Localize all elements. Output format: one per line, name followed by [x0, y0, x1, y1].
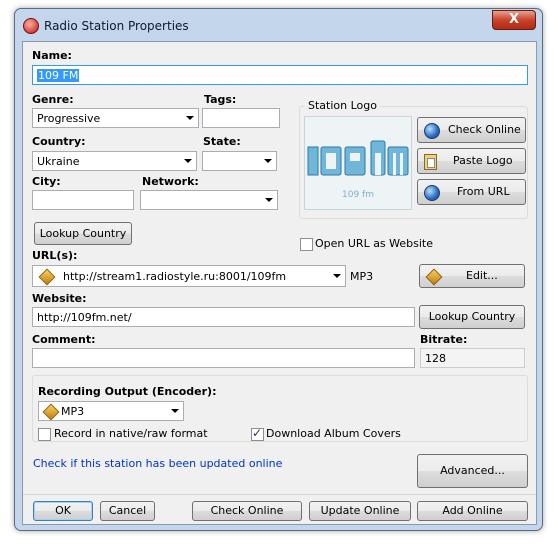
state-label: State:: [203, 135, 241, 148]
genre-dropdown[interactable]: Progressive: [32, 108, 199, 128]
comment-field[interactable]: [32, 348, 415, 368]
chevron-down-icon: [184, 159, 192, 163]
dialog-client-area: Name: 109 FM Genre: Progressive Tags: Co…: [22, 41, 537, 525]
bitrate-label: Bitrate:: [420, 333, 468, 346]
country-label: Country:: [32, 135, 86, 148]
close-button[interactable]: X: [492, 10, 536, 30]
country-value: Ukraine: [37, 155, 80, 168]
tags-field[interactable]: [202, 108, 280, 128]
from-url-button[interactable]: From URL: [417, 179, 526, 205]
station-logo-label: Station Logo: [305, 99, 380, 112]
encoder-dropdown[interactable]: MP3: [38, 401, 184, 421]
city-label: City:: [32, 175, 61, 188]
name-value: 109 FM: [37, 69, 80, 82]
network-label: Network:: [142, 175, 199, 188]
footer-divider: [23, 494, 536, 495]
comment-label: Comment:: [32, 333, 96, 346]
chevron-down-icon: [265, 198, 273, 202]
paste-logo-label: Paste Logo: [453, 154, 513, 167]
ok-button[interactable]: OK: [33, 501, 93, 521]
check-online-logo-button[interactable]: Check Online: [417, 117, 526, 143]
genre-label: Genre:: [32, 93, 74, 106]
genre-value: Progressive: [37, 112, 101, 125]
check-online-button[interactable]: Check Online: [192, 501, 302, 521]
name-field[interactable]: 109 FM: [32, 65, 528, 85]
from-url-label: From URL: [457, 185, 510, 198]
advanced-button[interactable]: Advanced...: [417, 454, 528, 488]
encoder-icon: [42, 403, 60, 421]
album-covers-checkbox[interactable]: [251, 426, 264, 441]
url-format: MP3: [350, 270, 374, 283]
name-label: Name:: [32, 49, 72, 62]
url-value: http://stream1.radiostyle.ru:8001/109fm: [63, 270, 287, 283]
lookup-country-button[interactable]: Lookup Country: [34, 222, 132, 245]
radio-app-icon: [23, 18, 39, 34]
update-online-button[interactable]: Update Online: [309, 501, 411, 521]
station-logo-image: 109 fm: [304, 116, 412, 210]
cancel-button[interactable]: Cancel: [100, 501, 155, 521]
chevron-down-icon: [333, 274, 341, 278]
globe-icon: [424, 185, 440, 201]
chevron-down-icon: [171, 409, 179, 413]
bitrate-value: 128: [420, 348, 525, 368]
check-updated-link[interactable]: Check if this station has been updated o…: [33, 457, 282, 470]
network-dropdown[interactable]: [140, 190, 278, 210]
open-url-label: Open URL as Website: [315, 237, 434, 250]
open-url-checkbox[interactable]: [300, 238, 313, 251]
check-online-logo-label: Check Online: [448, 123, 521, 136]
logo-wordmark: 109 fm: [342, 190, 374, 200]
title-bar[interactable]: Radio Station Properties X: [15, 9, 542, 41]
edit-url-button[interactable]: Edit...: [419, 264, 525, 288]
url-dropdown[interactable]: http://stream1.radiostyle.ru:8001/109fm: [32, 265, 346, 287]
country-dropdown[interactable]: Ukraine: [32, 151, 197, 171]
album-covers-label: Download Album Covers: [266, 427, 401, 440]
chevron-down-icon: [186, 116, 194, 120]
chevron-down-icon: [264, 159, 272, 163]
website-label: Website:: [32, 292, 87, 305]
globe-icon: [424, 123, 440, 139]
lookup-country-website-button[interactable]: Lookup Country: [419, 305, 525, 329]
recording-label: Recording Output (Encoder):: [38, 385, 217, 398]
add-online-button[interactable]: Add Online: [417, 501, 528, 521]
clipboard-icon: [424, 154, 437, 170]
logo-graphic: 109 fm: [305, 117, 411, 209]
tags-label: Tags:: [204, 93, 237, 106]
website-field[interactable]: http://109fm.net/: [32, 307, 415, 327]
stream-icon: [425, 268, 443, 286]
stream-icon: [38, 268, 56, 286]
encoder-value: MP3: [61, 405, 85, 418]
urls-label: URL(s):: [32, 249, 78, 262]
dialog-window: Radio Station Properties X Name: 109 FM …: [14, 8, 543, 531]
edit-url-label: Edit...: [466, 269, 498, 282]
native-format-label: Record in native/raw format: [54, 427, 208, 440]
city-field[interactable]: [32, 190, 134, 210]
window-title: Radio Station Properties: [44, 19, 189, 33]
state-dropdown[interactable]: [202, 151, 277, 171]
paste-logo-button[interactable]: Paste Logo: [417, 148, 526, 174]
native-format-checkbox[interactable]: [38, 428, 51, 441]
